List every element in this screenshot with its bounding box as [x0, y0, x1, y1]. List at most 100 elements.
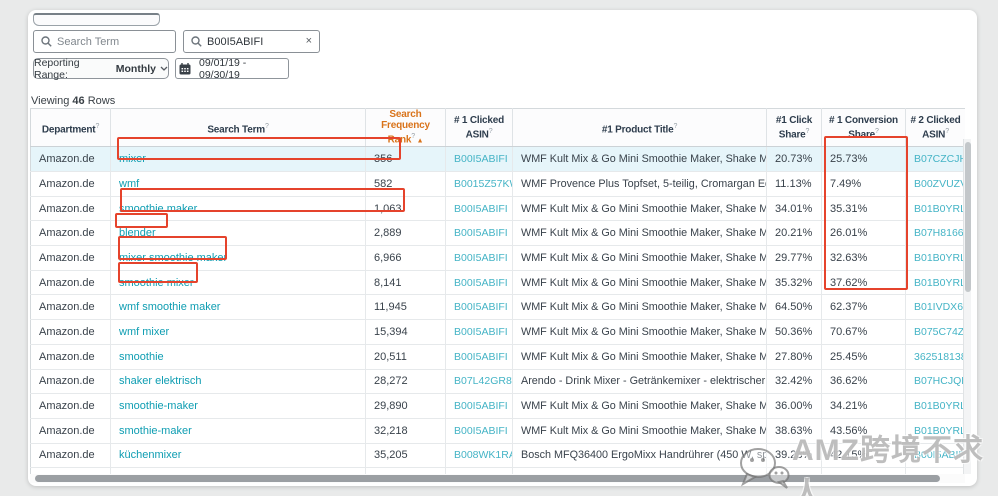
- cell-click-share-1: 29.77%: [767, 246, 822, 271]
- cell-product-title-1: WMF Kult Mix & Go Mini Smoothie Maker, S…: [513, 270, 767, 295]
- search-term-field[interactable]: [33, 30, 176, 53]
- viewing-rows-status: Viewing 46 Rows: [31, 95, 115, 107]
- cell-department: Amazon.de: [31, 369, 111, 394]
- table-row[interactable]: Amazon.de smoothie maker 1,063 B00I5ABIF…: [31, 196, 966, 221]
- cell-conversion-share-1: 25.45%: [822, 344, 906, 369]
- cell-conversion-share-1: 36.62%: [822, 369, 906, 394]
- help-icon[interactable]: ?: [806, 128, 810, 135]
- help-icon[interactable]: ?: [945, 128, 949, 135]
- asin-filter-field[interactable]: ×: [183, 30, 320, 53]
- cell-product-title-1: WMF Kult Mix & Go Mini Smoothie Maker, S…: [513, 221, 767, 246]
- clicked-asin-1-link[interactable]: B00I5ABIFI: [454, 400, 508, 412]
- clicked-asin-2-link[interactable]: B075C74ZJP: [914, 326, 965, 338]
- clicked-asin-2-link[interactable]: B01B0YRL4M: [914, 252, 965, 264]
- clicked-asin-1-link[interactable]: B00I5ABIFI: [454, 227, 508, 239]
- search-term-link[interactable]: mixer: [119, 153, 146, 165]
- clicked-asin-2-link[interactable]: B00I5ABIFI: [914, 449, 965, 461]
- cell-search-frequency-rank: 28,272: [366, 369, 446, 394]
- table-row[interactable]: Amazon.de shaker elektrisch 28,272 B07L4…: [31, 369, 966, 394]
- clicked-asin-1-link[interactable]: B00I5ABIFI: [454, 277, 508, 289]
- reporting-range-label: Reporting Range:: [34, 57, 112, 81]
- column-header-conversion-share-1[interactable]: # 1 ConversionShare?: [822, 109, 906, 147]
- cell-department: Amazon.de: [31, 246, 111, 271]
- search-term-link[interactable]: smoothie-maker: [119, 400, 198, 412]
- reporting-range-dropdown[interactable]: Reporting Range: Monthly: [33, 58, 169, 79]
- horizontal-scrollbar[interactable]: [30, 474, 965, 483]
- clicked-asin-2-link[interactable]: B07CZCJH2K: [914, 153, 965, 165]
- search-term-link[interactable]: smoothie maker: [119, 203, 197, 215]
- clipped-top-control[interactable]: [33, 13, 160, 26]
- table-row[interactable]: Amazon.de blender 2,889 B00I5ABIFI WMF K…: [31, 221, 966, 246]
- table-row[interactable]: Amazon.de wmf mixer 15,394 B00I5ABIFI WM…: [31, 320, 966, 345]
- clicked-asin-1-link[interactable]: B0015Z57KW: [454, 178, 513, 190]
- clicked-asin-2-link[interactable]: B01B0YRL4M: [914, 203, 965, 215]
- help-icon[interactable]: ?: [673, 123, 677, 130]
- cell-department: Amazon.de: [31, 172, 111, 197]
- date-range-field[interactable]: 09/01/19 - 09/30/19: [193, 58, 289, 79]
- help-icon[interactable]: ?: [489, 128, 493, 135]
- cell-click-share-1: 32.42%: [767, 369, 822, 394]
- search-term-input[interactable]: [57, 36, 168, 48]
- clicked-asin-2-link[interactable]: B00ZVUZVFI: [914, 178, 965, 190]
- clicked-asin-1-link[interactable]: B00I5ABIFI: [454, 203, 508, 215]
- search-term-link[interactable]: blender: [119, 227, 156, 239]
- cell-product-title-1: WMF Kult Mix & Go Mini Smoothie Maker, S…: [513, 295, 767, 320]
- vertical-scrollbar[interactable]: [963, 139, 971, 474]
- sort-ascending-icon: ▲: [415, 137, 423, 144]
- clicked-asin-1-link[interactable]: B00I5ABIFI: [454, 301, 508, 313]
- search-term-link[interactable]: mixer smoothie maker: [119, 252, 227, 264]
- column-header-department[interactable]: Department?: [31, 109, 111, 147]
- search-term-link[interactable]: wmf smoothie maker: [119, 301, 220, 313]
- clicked-asin-2-link[interactable]: B01IVDX644: [914, 301, 965, 313]
- search-term-link[interactable]: smoothie mixer: [119, 277, 194, 289]
- table-row[interactable]: Amazon.de küchenmixer 35,205 B008WK1RAM …: [31, 443, 966, 468]
- column-header-click-share-1[interactable]: #1 ClickShare?: [767, 109, 822, 147]
- table-row[interactable]: Amazon.de wmf smoothie maker 11,945 B00I…: [31, 295, 966, 320]
- table-row[interactable]: Amazon.de smoothie 20,511 B00I5ABIFI WMF…: [31, 344, 966, 369]
- clicked-asin-1-link[interactable]: B00I5ABIFI: [454, 351, 508, 363]
- table-row[interactable]: Amazon.de smoothie mixer 8,141 B00I5ABIF…: [31, 270, 966, 295]
- vertical-scrollbar-thumb[interactable]: [965, 142, 971, 292]
- help-icon[interactable]: ?: [875, 128, 879, 135]
- clear-icon[interactable]: ×: [306, 36, 312, 47]
- clicked-asin-1-link[interactable]: B00I5ABIFI: [454, 153, 508, 165]
- cell-department: Amazon.de: [31, 443, 111, 468]
- clicked-asin-1-link[interactable]: B00I5ABIFI: [454, 326, 508, 338]
- column-header-clicked-asin-2[interactable]: # 2 ClickedASIN?: [906, 109, 966, 147]
- search-term-link[interactable]: smothie-maker: [119, 425, 192, 437]
- clicked-asin-2-link[interactable]: B01B0YRL4M: [914, 425, 965, 437]
- column-header-search-frequency-rank[interactable]: Search FrequencyRank? ▲: [366, 109, 446, 147]
- help-icon[interactable]: ?: [265, 123, 269, 130]
- table-row[interactable]: Amazon.de smoothie-maker 29,890 B00I5ABI…: [31, 394, 966, 419]
- chevron-down-icon: [160, 66, 168, 71]
- clicked-asin-2-link[interactable]: B01B0YRL4M: [914, 400, 965, 412]
- clicked-asin-1-link[interactable]: B07L42GR8W: [454, 375, 513, 387]
- cell-department: Amazon.de: [31, 344, 111, 369]
- column-header-product-title-1[interactable]: #1 Product Title?: [513, 109, 767, 147]
- clicked-asin-1-link[interactable]: B00I5ABIFI: [454, 425, 508, 437]
- search-term-link[interactable]: küchenmixer: [119, 449, 181, 461]
- clicked-asin-2-link[interactable]: B01B0YRL4M: [914, 277, 965, 289]
- cell-search-frequency-rank: 2,889: [366, 221, 446, 246]
- search-term-link[interactable]: wmf: [119, 178, 139, 190]
- clicked-asin-1-link[interactable]: B008WK1RAM: [454, 449, 513, 461]
- horizontal-scrollbar-thumb[interactable]: [35, 475, 940, 482]
- clicked-asin-1-link[interactable]: B00I5ABIFI: [454, 252, 508, 264]
- asin-filter-input[interactable]: [207, 36, 301, 48]
- cell-click-share-1: 50.36%: [767, 320, 822, 345]
- help-icon[interactable]: ?: [95, 123, 99, 130]
- column-header-clicked-asin-1[interactable]: # 1 ClickedASIN?: [446, 109, 513, 147]
- table-row[interactable]: Amazon.de wmf 582 B0015Z57KW WMF Provenc…: [31, 172, 966, 197]
- clicked-asin-2-link[interactable]: B07H81667H: [914, 227, 965, 239]
- search-term-link[interactable]: smoothie: [119, 351, 164, 363]
- table-row[interactable]: Amazon.de smothie-maker 32,218 B00I5ABIF…: [31, 418, 966, 443]
- search-term-link[interactable]: shaker elektrisch: [119, 375, 202, 387]
- table-row[interactable]: Amazon.de mixer smoothie maker 6,966 B00…: [31, 246, 966, 271]
- table-row[interactable]: Amazon.de mixer 356 B00I5ABIFI WMF Kult …: [31, 147, 966, 172]
- column-header-search-term[interactable]: Search Term?: [111, 109, 366, 147]
- clicked-asin-2-link[interactable]: 362518138X: [914, 351, 965, 363]
- clicked-asin-2-link[interactable]: B07HCJQPS3: [914, 375, 965, 387]
- calendar-button[interactable]: [175, 58, 194, 79]
- search-term-link[interactable]: wmf mixer: [119, 326, 169, 338]
- cell-product-title-1: Bosch MFQ36400 ErgoMixx Handrührer (450 …: [513, 443, 767, 468]
